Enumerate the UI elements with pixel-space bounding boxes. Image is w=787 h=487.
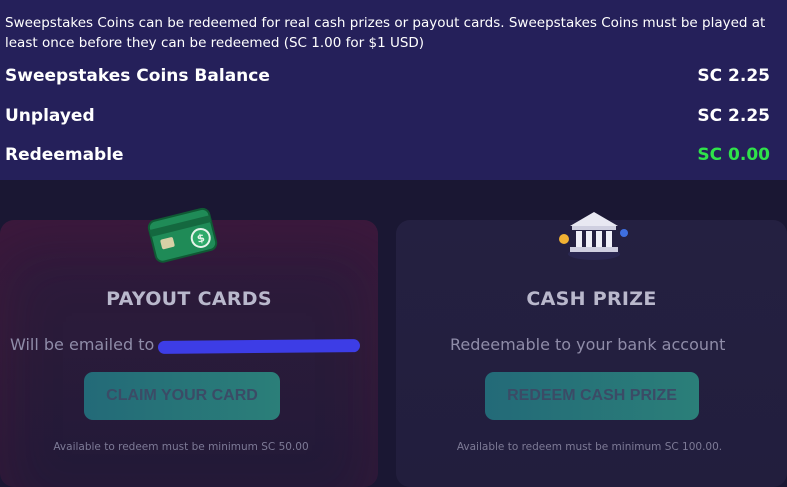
balance-row-total: Sweepstakes Coins Balance SC 2.25 — [5, 64, 770, 88]
redeemable-value: SC 0.00 — [697, 145, 770, 165]
redeem-cash-prize-button[interactable]: REDEEM CASH PRIZE — [485, 372, 699, 420]
cash-minimum-note: Available to redeem must be minimum SC 1… — [456, 441, 723, 453]
balance-panel: Sweepstakes Coins can be redeemed for re… — [0, 0, 787, 180]
payout-email-text: Will be emailed to — [10, 335, 155, 354]
balance-row-redeemable: Redeemable SC 0.00 — [5, 143, 770, 167]
balance-value: SC 2.25 — [697, 66, 770, 86]
cash-prize-description: Redeemable to your bank account — [450, 335, 726, 354]
balance-label: Sweepstakes Coins Balance — [5, 66, 270, 86]
bank-icon — [558, 206, 630, 272]
cash-prize-card: CASH PRIZE Redeemable to your bank accou… — [396, 212, 787, 487]
balance-row-unplayed: Unplayed SC 2.25 — [5, 104, 770, 128]
redeem-info-text: Sweepstakes Coins can be redeemed for re… — [5, 15, 766, 51]
unplayed-value: SC 2.25 — [697, 106, 770, 126]
payout-cards-card: $ PAYOUT CARDS Will be emailed to CLAIM … — [0, 207, 378, 487]
payout-cards-title: PAYOUT CARDS — [106, 288, 272, 310]
redeemable-label: Redeemable — [5, 145, 124, 165]
claim-card-button[interactable]: CLAIM YOUR CARD — [84, 372, 280, 420]
email-redaction — [157, 339, 361, 354]
payout-minimum-note: Available to redeem must be minimum SC 5… — [53, 441, 309, 453]
cash-prize-title: CASH PRIZE — [526, 288, 657, 310]
unplayed-label: Unplayed — [5, 106, 95, 126]
credit-card-icon: $ — [146, 204, 222, 274]
